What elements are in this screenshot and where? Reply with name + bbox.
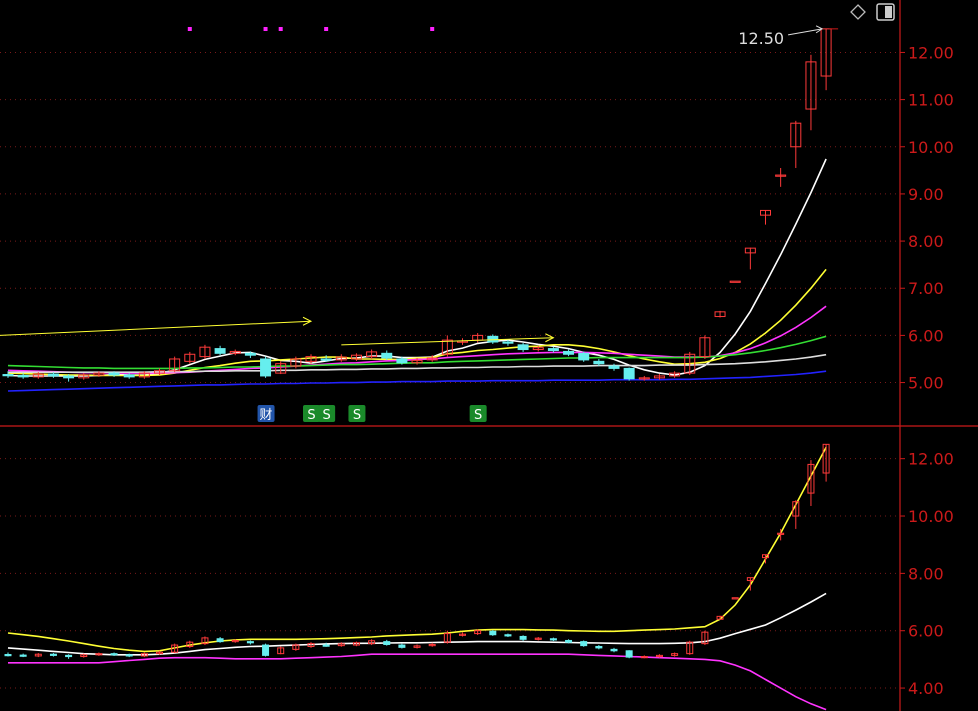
signal-dot [430, 27, 435, 31]
candle-body[interactable] [110, 653, 118, 656]
candle-body[interactable] [398, 644, 406, 648]
candle-body[interactable] [322, 644, 330, 647]
signal-badge-label: S [323, 408, 331, 423]
candle-body[interactable] [4, 654, 12, 657]
panel-icon-fill [885, 6, 892, 18]
y-tick-label: 8.00 [908, 564, 944, 583]
signal-dot [324, 27, 329, 31]
trend-arrow-line [0, 320, 312, 336]
candle-body[interactable] [595, 645, 603, 649]
candle-body[interactable] [504, 634, 512, 637]
candle-body[interactable] [123, 374, 135, 378]
candle-body[interactable] [608, 365, 620, 369]
signal-badge-label: S [353, 408, 361, 423]
candle-body[interactable] [549, 638, 557, 641]
y-tick-label: 6.00 [908, 622, 944, 641]
candle-body[interactable] [65, 654, 73, 658]
candle-body[interactable] [625, 650, 633, 658]
candle-body[interactable] [47, 373, 59, 377]
ma5-line [7, 158, 827, 377]
sub-pane: 12.00 10.00 8.00 6.00 4.00 [0, 443, 954, 711]
candle-body[interactable] [214, 348, 226, 354]
candle-body[interactable] [17, 374, 29, 378]
signal-dot [278, 27, 283, 31]
panel-toggle-icon[interactable] [876, 3, 895, 21]
y-tick-label: 7.00 [908, 279, 944, 298]
candle-body[interactable] [19, 654, 27, 657]
signal-dot [187, 27, 192, 31]
candle-body[interactable] [547, 348, 559, 351]
y-tick-label: 9.00 [908, 185, 944, 204]
candle-body[interactable] [517, 344, 529, 351]
candle-body[interactable] [593, 360, 605, 365]
candle-body[interactable] [623, 367, 635, 380]
high-price-label: 12.50 [738, 29, 784, 48]
candle-body[interactable] [2, 374, 14, 377]
candle-body[interactable] [383, 641, 391, 645]
candle-body[interactable] [519, 635, 527, 640]
signal-badge-label: 财 [260, 408, 273, 423]
chart-canvas[interactable]: 12.0011.0010.009.008.007.006.005.00财 S S S S… [0, 0, 978, 711]
boll_upper-line [7, 446, 827, 653]
signal-badge[interactable]: S [469, 405, 487, 423]
signal-badge[interactable]: S [348, 405, 366, 423]
candle-body[interactable] [108, 372, 120, 376]
candle-body[interactable] [563, 350, 575, 355]
candle-body[interactable] [63, 375, 75, 379]
candle-body[interactable] [489, 630, 497, 636]
signal-badge[interactable]: S [303, 405, 320, 423]
candle-body[interactable] [580, 641, 588, 647]
signal-badge-label: S [474, 408, 482, 423]
y-tick-label: 12.00 [908, 43, 954, 62]
signal-badge-label: S [307, 408, 315, 423]
candle-body[interactable] [246, 641, 254, 644]
y-tick-label: 4.00 [908, 679, 944, 698]
y-tick-label: 12.00 [908, 450, 954, 469]
stock-chart-view: 12.00 11.00 10.00 9.00 8.00 7.00 6.00 5.00 财 S S S S… [0, 0, 978, 711]
candle-body[interactable] [262, 644, 270, 656]
signal-badge[interactable]: S [318, 405, 336, 423]
candle-body[interactable] [731, 597, 739, 600]
signal-dot [263, 27, 268, 31]
y-tick-label: 8.00 [908, 232, 944, 251]
candle-body[interactable] [49, 653, 57, 656]
signal-badge[interactable]: 财 [257, 405, 275, 423]
y-tick-label: 5.00 [908, 374, 944, 393]
candle-body[interactable] [320, 358, 332, 361]
diamond-icon[interactable] [850, 4, 866, 20]
y-tick-label: 11.00 [908, 91, 954, 110]
candle-body[interactable] [578, 352, 590, 361]
candle-body[interactable] [565, 639, 573, 643]
candle-body[interactable] [244, 352, 256, 356]
y-tick-label: 6.00 [908, 326, 944, 345]
candle-body[interactable] [216, 638, 224, 643]
candle-body[interactable] [125, 654, 133, 657]
ma120-line [7, 370, 827, 392]
candle-body[interactable] [396, 358, 408, 364]
candle-body[interactable] [729, 280, 741, 283]
y-tick-label: 10.00 [908, 507, 954, 526]
candle-body[interactable] [610, 648, 618, 652]
candle-body[interactable] [260, 358, 272, 377]
candle-body[interactable] [502, 341, 514, 344]
candle-body[interactable] [381, 352, 393, 359]
y-tick-label: 10.00 [908, 138, 954, 157]
main-pane: 12.0011.0010.009.008.007.006.005.00财 S S S S… [0, 25, 954, 423]
boll_lower-line [8, 653, 827, 711]
